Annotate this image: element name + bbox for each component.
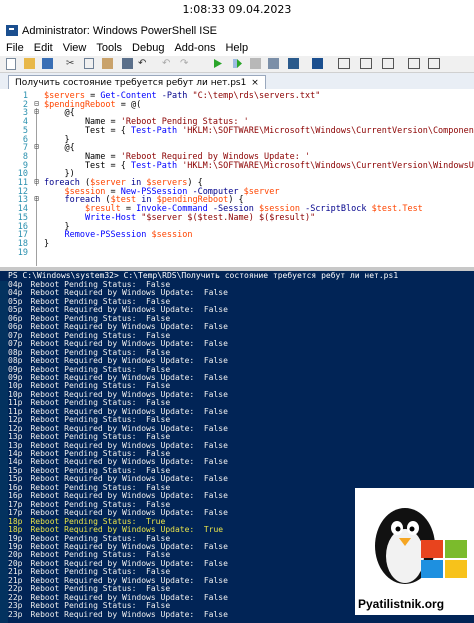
script-editor[interactable]: 1 2 3 4 5 6 7 8 9 10 11 12 13 14 15 16 17 18 19 ⊟ ⊟ ⊟ ⊟ ⊟ $serv… [0,89,474,268]
menu-tools[interactable]: Tools [92,41,126,56]
layout-max-icon[interactable] [382,58,394,69]
run-icon[interactable] [212,58,223,69]
menu-bar: File Edit View Tools Debug Add-ons Help [0,41,474,56]
status-message: Reboot Required by Windows Update: False [30,609,228,619]
undo-icon[interactable]: ↶ [162,58,173,69]
code-line: Remove-PSSession $session [64,230,193,241]
new-file-icon[interactable] [6,58,16,70]
collapse-icon[interactable] [428,58,440,69]
toolbar: ✂ ↶ ↶ ↷ [0,56,474,73]
script-tabs: Получить состояние требуется ребут ли не… [0,73,474,90]
watermark-logo: Pyatilistnik.org [355,488,474,615]
undo-icon[interactable]: ↶ [138,58,149,69]
cut-icon[interactable]: ✂ [66,58,77,69]
layout-top-icon[interactable] [338,58,350,69]
debug-icon[interactable] [268,58,279,69]
clear-icon[interactable] [122,58,133,69]
fold-toggle-icon[interactable]: ⊟ [32,195,41,204]
menu-add-ons[interactable]: Add-ons [170,41,219,56]
window-titlebar: Administrator: Windows PowerShell ISE [0,21,474,41]
window-title: Administrator: Windows PowerShell ISE [22,25,218,37]
remote-icon[interactable] [288,58,299,69]
menu-edit[interactable]: Edit [30,41,57,56]
menu-view[interactable]: View [59,41,91,56]
stop-icon[interactable] [250,58,261,69]
fold-toggle-icon[interactable]: ⊟ [32,108,41,117]
penguin-logo-icon [375,508,467,584]
server-name: 23р [8,609,23,619]
close-icon[interactable]: × [251,78,259,88]
run-selection-icon[interactable] [232,58,243,69]
console-margin [0,281,8,623]
watermark-brand: Pyatilistnik.org [358,597,445,611]
save-icon[interactable] [42,58,53,69]
paste-icon[interactable] [102,58,113,69]
code-line: Test = { Test-Path 'HKLM:\SOFTWARE\Micro… [44,125,474,136]
console-output-line: 23р Reboot Required by Windows Update: Fa… [8,610,228,619]
menu-file[interactable]: File [2,41,28,56]
line-number: 19 [17,247,28,258]
menu-debug[interactable]: Debug [128,41,168,56]
code-line: } [44,238,50,249]
powershell-icon[interactable] [312,58,323,69]
code-line: Write-Host "$server $($test.Name) $($res… [84,212,316,223]
tab-label: Получить состояние требуется ребут ли не… [15,78,247,88]
powershell-icon [6,25,18,36]
code-line: Test = { Test-Path 'HKLM:\SOFTWARE\Micro… [44,160,474,171]
copy-icon[interactable] [84,58,94,69]
line-number-gutter: 1 2 3 4 5 6 7 8 9 10 11 12 13 14 15 16 17 18 19 [0,89,32,267]
open-folder-icon[interactable] [24,58,35,69]
system-clock: 1:08:33 09.04.2023 [0,0,474,20]
fold-toggle-icon[interactable]: ⊟ [32,178,41,187]
tab-script[interactable]: Получить состояние требуется ребут ли не… [8,75,266,90]
layout-right-icon[interactable] [360,58,372,69]
redo-icon[interactable]: ↷ [180,58,191,69]
expand-icon[interactable] [408,58,420,69]
menu-help[interactable]: Help [221,41,252,56]
fold-toggle-icon[interactable]: ⊟ [32,143,41,152]
fold-guide [36,196,37,266]
